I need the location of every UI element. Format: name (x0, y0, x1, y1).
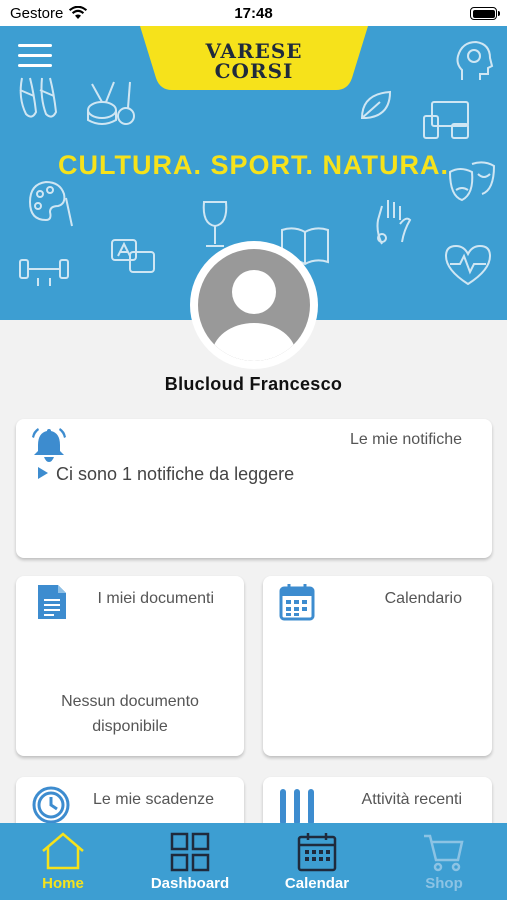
recent-activities-title: Attività recenti (361, 791, 462, 808)
play-arrow-icon (38, 467, 48, 479)
brand-logo: VARESE CORSI (140, 26, 368, 92)
dashboard-icon (127, 832, 253, 872)
tab-bar: Home Dashboard Calendar Shop (0, 823, 507, 900)
tab-dashboard-label: Dashboard (150, 875, 230, 892)
tab-home[interactable]: Home (0, 823, 126, 900)
avatar-placeholder-icon (198, 249, 310, 361)
dumbbell-icon (18, 248, 70, 288)
notifications-message[interactable]: Ci sono 1 notifiche da leggere (38, 464, 294, 485)
bell-icon (30, 427, 68, 468)
hamburger-line (18, 64, 52, 67)
tab-shop[interactable]: Shop (381, 823, 507, 900)
music-instruments-icon (84, 78, 138, 130)
notifications-message-text: Ci sono 1 notifiche da leggere (56, 464, 295, 484)
brand-name-line2: CORSI (214, 59, 294, 83)
cart-icon (381, 832, 507, 872)
tab-dashboard[interactable]: Dashboard (127, 823, 253, 900)
home-icon (0, 832, 126, 870)
calendar-icon (254, 832, 380, 872)
leaf-icon (358, 88, 394, 122)
documents-empty-line1: Nessun documento (61, 693, 199, 710)
notifications-card[interactable]: Le mie notifiche Ci sono 1 notifiche da … (16, 419, 492, 558)
document-icon (36, 583, 68, 626)
menu-button[interactable] (18, 42, 52, 70)
notifications-title: Le mie notifiche (349, 431, 462, 448)
tab-calendar-label: Calendar (284, 875, 350, 892)
hamburger-line (18, 44, 52, 47)
clock-time: 17:48 (234, 5, 273, 22)
deadlines-title: Le mie scadenze (93, 791, 214, 808)
avatar[interactable] (190, 241, 318, 369)
documents-empty-line2: disponibile (92, 718, 168, 735)
calendar-title: Calendario (384, 590, 462, 607)
palette-icon (26, 178, 74, 230)
translate-icon (110, 238, 158, 280)
user-name: Blucloud Francesco (164, 374, 343, 394)
heartbeat-icon (442, 242, 494, 288)
devices-icon (422, 98, 472, 142)
brain-head-icon (454, 40, 494, 84)
documents-empty-message: Nessun documento disponibile (16, 689, 244, 739)
app-screen: Gestore 17:48 VARESE CORSI CULTURA. SPOR… (0, 0, 507, 900)
documents-card[interactable]: I miei documenti Nessun documento dispon… (16, 576, 244, 756)
ballet-shoes-icon (14, 74, 62, 124)
calendar-icon (279, 583, 315, 626)
raised-hand-icon (372, 196, 416, 248)
brand-name-line1: VARESE (205, 39, 303, 63)
battery-icon (470, 7, 500, 20)
calendar-card[interactable]: Calendario (263, 576, 492, 756)
tab-calendar[interactable]: Calendar (254, 823, 380, 900)
documents-title: I miei documenti (97, 590, 215, 607)
tab-home-label: Home (42, 875, 84, 892)
wine-glass-icon (198, 198, 232, 250)
hero-slogan: CULTURA. SPORT. NATURA. (58, 150, 449, 180)
status-bar: Gestore 17:48 (0, 0, 507, 26)
tab-shop-label: Shop (425, 875, 463, 892)
hamburger-line (18, 54, 52, 57)
